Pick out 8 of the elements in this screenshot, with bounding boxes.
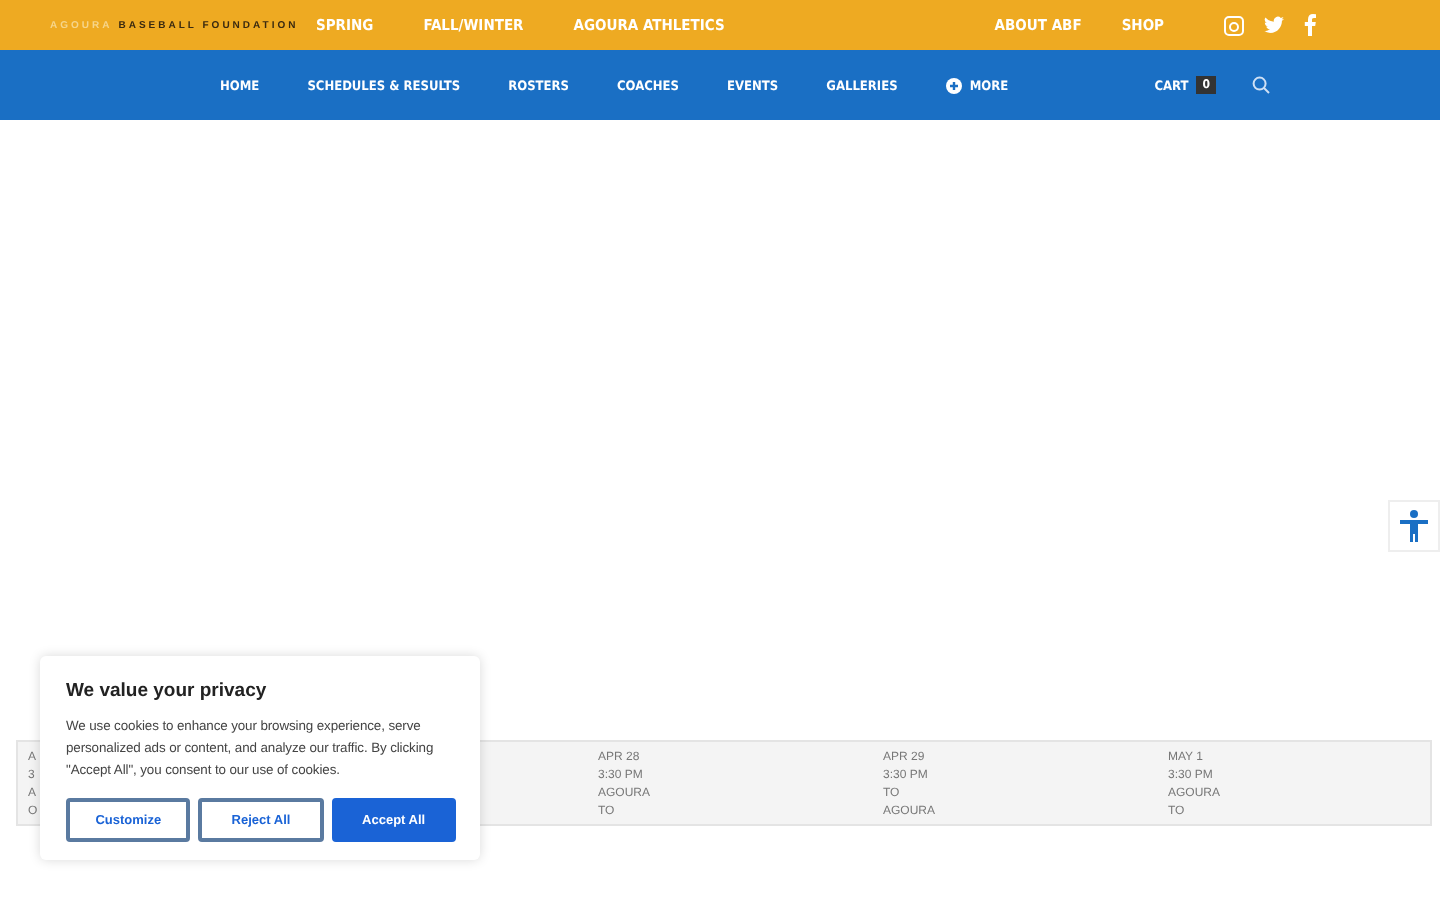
facebook-icon[interactable] — [1304, 14, 1316, 36]
accessibility-button[interactable] — [1388, 500, 1440, 552]
plus-circle-icon — [945, 77, 962, 93]
instagram-icon[interactable] — [1224, 15, 1244, 35]
search-icon[interactable] — [1252, 76, 1270, 94]
accessibility-icon — [1400, 510, 1428, 542]
cookie-title: We value your privacy — [66, 680, 269, 702]
twitter-icon[interactable] — [1264, 16, 1284, 34]
